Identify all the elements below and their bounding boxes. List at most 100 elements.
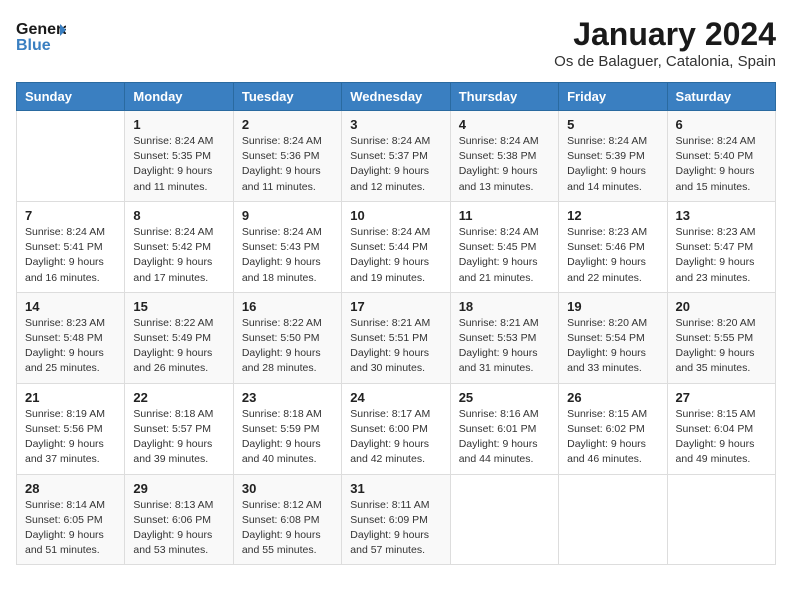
sunrise-text: Sunrise: 8:21 AM xyxy=(350,317,430,329)
cell-info: Sunrise: 8:23 AM Sunset: 5:48 PM Dayligh… xyxy=(25,316,116,377)
logo: General Blue xyxy=(16,16,66,58)
sunrise-text: Sunrise: 8:24 AM xyxy=(350,135,430,147)
day-number: 7 xyxy=(25,208,116,223)
daylight-text: Daylight: 9 hours and 55 minutes. xyxy=(242,529,321,556)
daylight-text: Daylight: 9 hours and 44 minutes. xyxy=(459,438,538,465)
day-number: 21 xyxy=(25,390,116,405)
cell-info: Sunrise: 8:11 AM Sunset: 6:09 PM Dayligh… xyxy=(350,498,441,559)
day-number: 8 xyxy=(133,208,224,223)
calendar-cell: 2 Sunrise: 8:24 AM Sunset: 5:36 PM Dayli… xyxy=(233,111,341,202)
cell-info: Sunrise: 8:17 AM Sunset: 6:00 PM Dayligh… xyxy=(350,407,441,468)
daylight-text: Daylight: 9 hours and 16 minutes. xyxy=(25,256,104,283)
sunset-text: Sunset: 5:39 PM xyxy=(567,150,645,162)
day-number: 15 xyxy=(133,299,224,314)
col-monday: Monday xyxy=(125,83,233,111)
sunrise-text: Sunrise: 8:14 AM xyxy=(25,499,105,511)
calendar-cell: 30 Sunrise: 8:12 AM Sunset: 6:08 PM Dayl… xyxy=(233,474,341,565)
sunrise-text: Sunrise: 8:24 AM xyxy=(676,135,756,147)
calendar-week-1: 1 Sunrise: 8:24 AM Sunset: 5:35 PM Dayli… xyxy=(17,111,776,202)
daylight-text: Daylight: 9 hours and 57 minutes. xyxy=(350,529,429,556)
day-number: 22 xyxy=(133,390,224,405)
sunrise-text: Sunrise: 8:12 AM xyxy=(242,499,322,511)
calendar-cell: 14 Sunrise: 8:23 AM Sunset: 5:48 PM Dayl… xyxy=(17,292,125,383)
daylight-text: Daylight: 9 hours and 40 minutes. xyxy=(242,438,321,465)
calendar-cell: 25 Sunrise: 8:16 AM Sunset: 6:01 PM Dayl… xyxy=(450,383,558,474)
day-number: 2 xyxy=(242,117,333,132)
sunset-text: Sunset: 5:54 PM xyxy=(567,332,645,344)
daylight-text: Daylight: 9 hours and 22 minutes. xyxy=(567,256,646,283)
calendar-week-5: 28 Sunrise: 8:14 AM Sunset: 6:05 PM Dayl… xyxy=(17,474,776,565)
sunrise-text: Sunrise: 8:11 AM xyxy=(350,499,429,511)
daylight-text: Daylight: 9 hours and 26 minutes. xyxy=(133,347,212,374)
sunrise-text: Sunrise: 8:21 AM xyxy=(459,317,539,329)
day-number: 28 xyxy=(25,481,116,496)
daylight-text: Daylight: 9 hours and 39 minutes. xyxy=(133,438,212,465)
sunset-text: Sunset: 6:08 PM xyxy=(242,514,320,526)
daylight-text: Daylight: 9 hours and 42 minutes. xyxy=(350,438,429,465)
day-number: 31 xyxy=(350,481,441,496)
daylight-text: Daylight: 9 hours and 37 minutes. xyxy=(25,438,104,465)
cell-info: Sunrise: 8:21 AM Sunset: 5:53 PM Dayligh… xyxy=(459,316,550,377)
svg-text:Blue: Blue xyxy=(16,37,51,54)
cell-info: Sunrise: 8:18 AM Sunset: 5:59 PM Dayligh… xyxy=(242,407,333,468)
calendar-cell: 31 Sunrise: 8:11 AM Sunset: 6:09 PM Dayl… xyxy=(342,474,450,565)
day-number: 9 xyxy=(242,208,333,223)
title-area: January 2024 Os de Balaguer, Catalonia, … xyxy=(554,16,776,70)
daylight-text: Daylight: 9 hours and 51 minutes. xyxy=(25,529,104,556)
calendar-cell: 17 Sunrise: 8:21 AM Sunset: 5:51 PM Dayl… xyxy=(342,292,450,383)
cell-info: Sunrise: 8:15 AM Sunset: 6:02 PM Dayligh… xyxy=(567,407,658,468)
col-saturday: Saturday xyxy=(667,83,775,111)
sunset-text: Sunset: 5:45 PM xyxy=(459,241,537,253)
calendar-cell: 6 Sunrise: 8:24 AM Sunset: 5:40 PM Dayli… xyxy=(667,111,775,202)
day-number: 1 xyxy=(133,117,224,132)
cell-info: Sunrise: 8:24 AM Sunset: 5:44 PM Dayligh… xyxy=(350,225,441,286)
sunrise-text: Sunrise: 8:15 AM xyxy=(567,408,647,420)
daylight-text: Daylight: 9 hours and 25 minutes. xyxy=(25,347,104,374)
sunset-text: Sunset: 5:43 PM xyxy=(242,241,320,253)
col-wednesday: Wednesday xyxy=(342,83,450,111)
day-number: 6 xyxy=(676,117,767,132)
sunrise-text: Sunrise: 8:23 AM xyxy=(676,226,756,238)
calendar-cell: 24 Sunrise: 8:17 AM Sunset: 6:00 PM Dayl… xyxy=(342,383,450,474)
day-number: 17 xyxy=(350,299,441,314)
daylight-text: Daylight: 9 hours and 18 minutes. xyxy=(242,256,321,283)
day-number: 23 xyxy=(242,390,333,405)
daylight-text: Daylight: 9 hours and 49 minutes. xyxy=(676,438,755,465)
page-subtitle: Os de Balaguer, Catalonia, Spain xyxy=(554,53,776,70)
calendar-cell: 11 Sunrise: 8:24 AM Sunset: 5:45 PM Dayl… xyxy=(450,201,558,292)
day-number: 30 xyxy=(242,481,333,496)
sunset-text: Sunset: 6:00 PM xyxy=(350,423,428,435)
daylight-text: Daylight: 9 hours and 46 minutes. xyxy=(567,438,646,465)
day-number: 3 xyxy=(350,117,441,132)
sunset-text: Sunset: 5:36 PM xyxy=(242,150,320,162)
sunrise-text: Sunrise: 8:17 AM xyxy=(350,408,430,420)
calendar-cell: 10 Sunrise: 8:24 AM Sunset: 5:44 PM Dayl… xyxy=(342,201,450,292)
daylight-text: Daylight: 9 hours and 11 minutes. xyxy=(133,165,212,192)
daylight-text: Daylight: 9 hours and 31 minutes. xyxy=(459,347,538,374)
day-number: 20 xyxy=(676,299,767,314)
col-thursday: Thursday xyxy=(450,83,558,111)
calendar-cell: 9 Sunrise: 8:24 AM Sunset: 5:43 PM Dayli… xyxy=(233,201,341,292)
cell-info: Sunrise: 8:23 AM Sunset: 5:46 PM Dayligh… xyxy=(567,225,658,286)
sunrise-text: Sunrise: 8:23 AM xyxy=(25,317,105,329)
calendar-cell: 13 Sunrise: 8:23 AM Sunset: 5:47 PM Dayl… xyxy=(667,201,775,292)
calendar-cell: 22 Sunrise: 8:18 AM Sunset: 5:57 PM Dayl… xyxy=(125,383,233,474)
col-sunday: Sunday xyxy=(17,83,125,111)
sunrise-text: Sunrise: 8:18 AM xyxy=(242,408,322,420)
sunset-text: Sunset: 5:47 PM xyxy=(676,241,754,253)
sunrise-text: Sunrise: 8:24 AM xyxy=(25,226,105,238)
sunset-text: Sunset: 6:02 PM xyxy=(567,423,645,435)
cell-info: Sunrise: 8:24 AM Sunset: 5:37 PM Dayligh… xyxy=(350,134,441,195)
day-number: 25 xyxy=(459,390,550,405)
sunrise-text: Sunrise: 8:22 AM xyxy=(133,317,213,329)
cell-info: Sunrise: 8:24 AM Sunset: 5:45 PM Dayligh… xyxy=(459,225,550,286)
calendar-cell: 5 Sunrise: 8:24 AM Sunset: 5:39 PM Dayli… xyxy=(559,111,667,202)
calendar-cell: 7 Sunrise: 8:24 AM Sunset: 5:41 PM Dayli… xyxy=(17,201,125,292)
calendar-cell: 16 Sunrise: 8:22 AM Sunset: 5:50 PM Dayl… xyxy=(233,292,341,383)
calendar-cell: 15 Sunrise: 8:22 AM Sunset: 5:49 PM Dayl… xyxy=(125,292,233,383)
daylight-text: Daylight: 9 hours and 17 minutes. xyxy=(133,256,212,283)
sunrise-text: Sunrise: 8:23 AM xyxy=(567,226,647,238)
sunrise-text: Sunrise: 8:24 AM xyxy=(242,226,322,238)
cell-info: Sunrise: 8:22 AM Sunset: 5:50 PM Dayligh… xyxy=(242,316,333,377)
sunset-text: Sunset: 5:59 PM xyxy=(242,423,320,435)
